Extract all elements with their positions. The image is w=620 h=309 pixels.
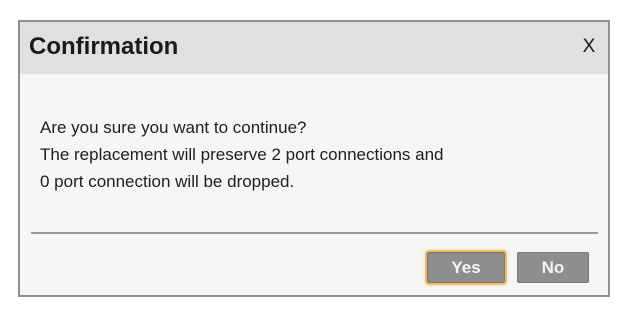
dialog-message: Are you sure you want to continue? The r… — [40, 114, 596, 195]
dialog-titlebar: Confirmation X — [20, 22, 608, 74]
close-icon: X — [582, 36, 596, 57]
no-button[interactable]: No — [517, 252, 589, 283]
message-line: 0 port connection will be dropped. — [40, 172, 295, 191]
message-line: The replacement will preserve 2 port con… — [40, 145, 444, 164]
divider — [31, 232, 598, 234]
page: Confirmation X Are you sure you want to … — [0, 0, 620, 309]
close-button[interactable]: X — [576, 34, 602, 60]
confirmation-dialog: Confirmation X Are you sure you want to … — [18, 20, 610, 297]
message-line: Are you sure you want to continue? — [40, 118, 307, 137]
yes-button[interactable]: Yes — [425, 250, 507, 285]
dialog-title: Confirmation — [29, 33, 179, 60]
